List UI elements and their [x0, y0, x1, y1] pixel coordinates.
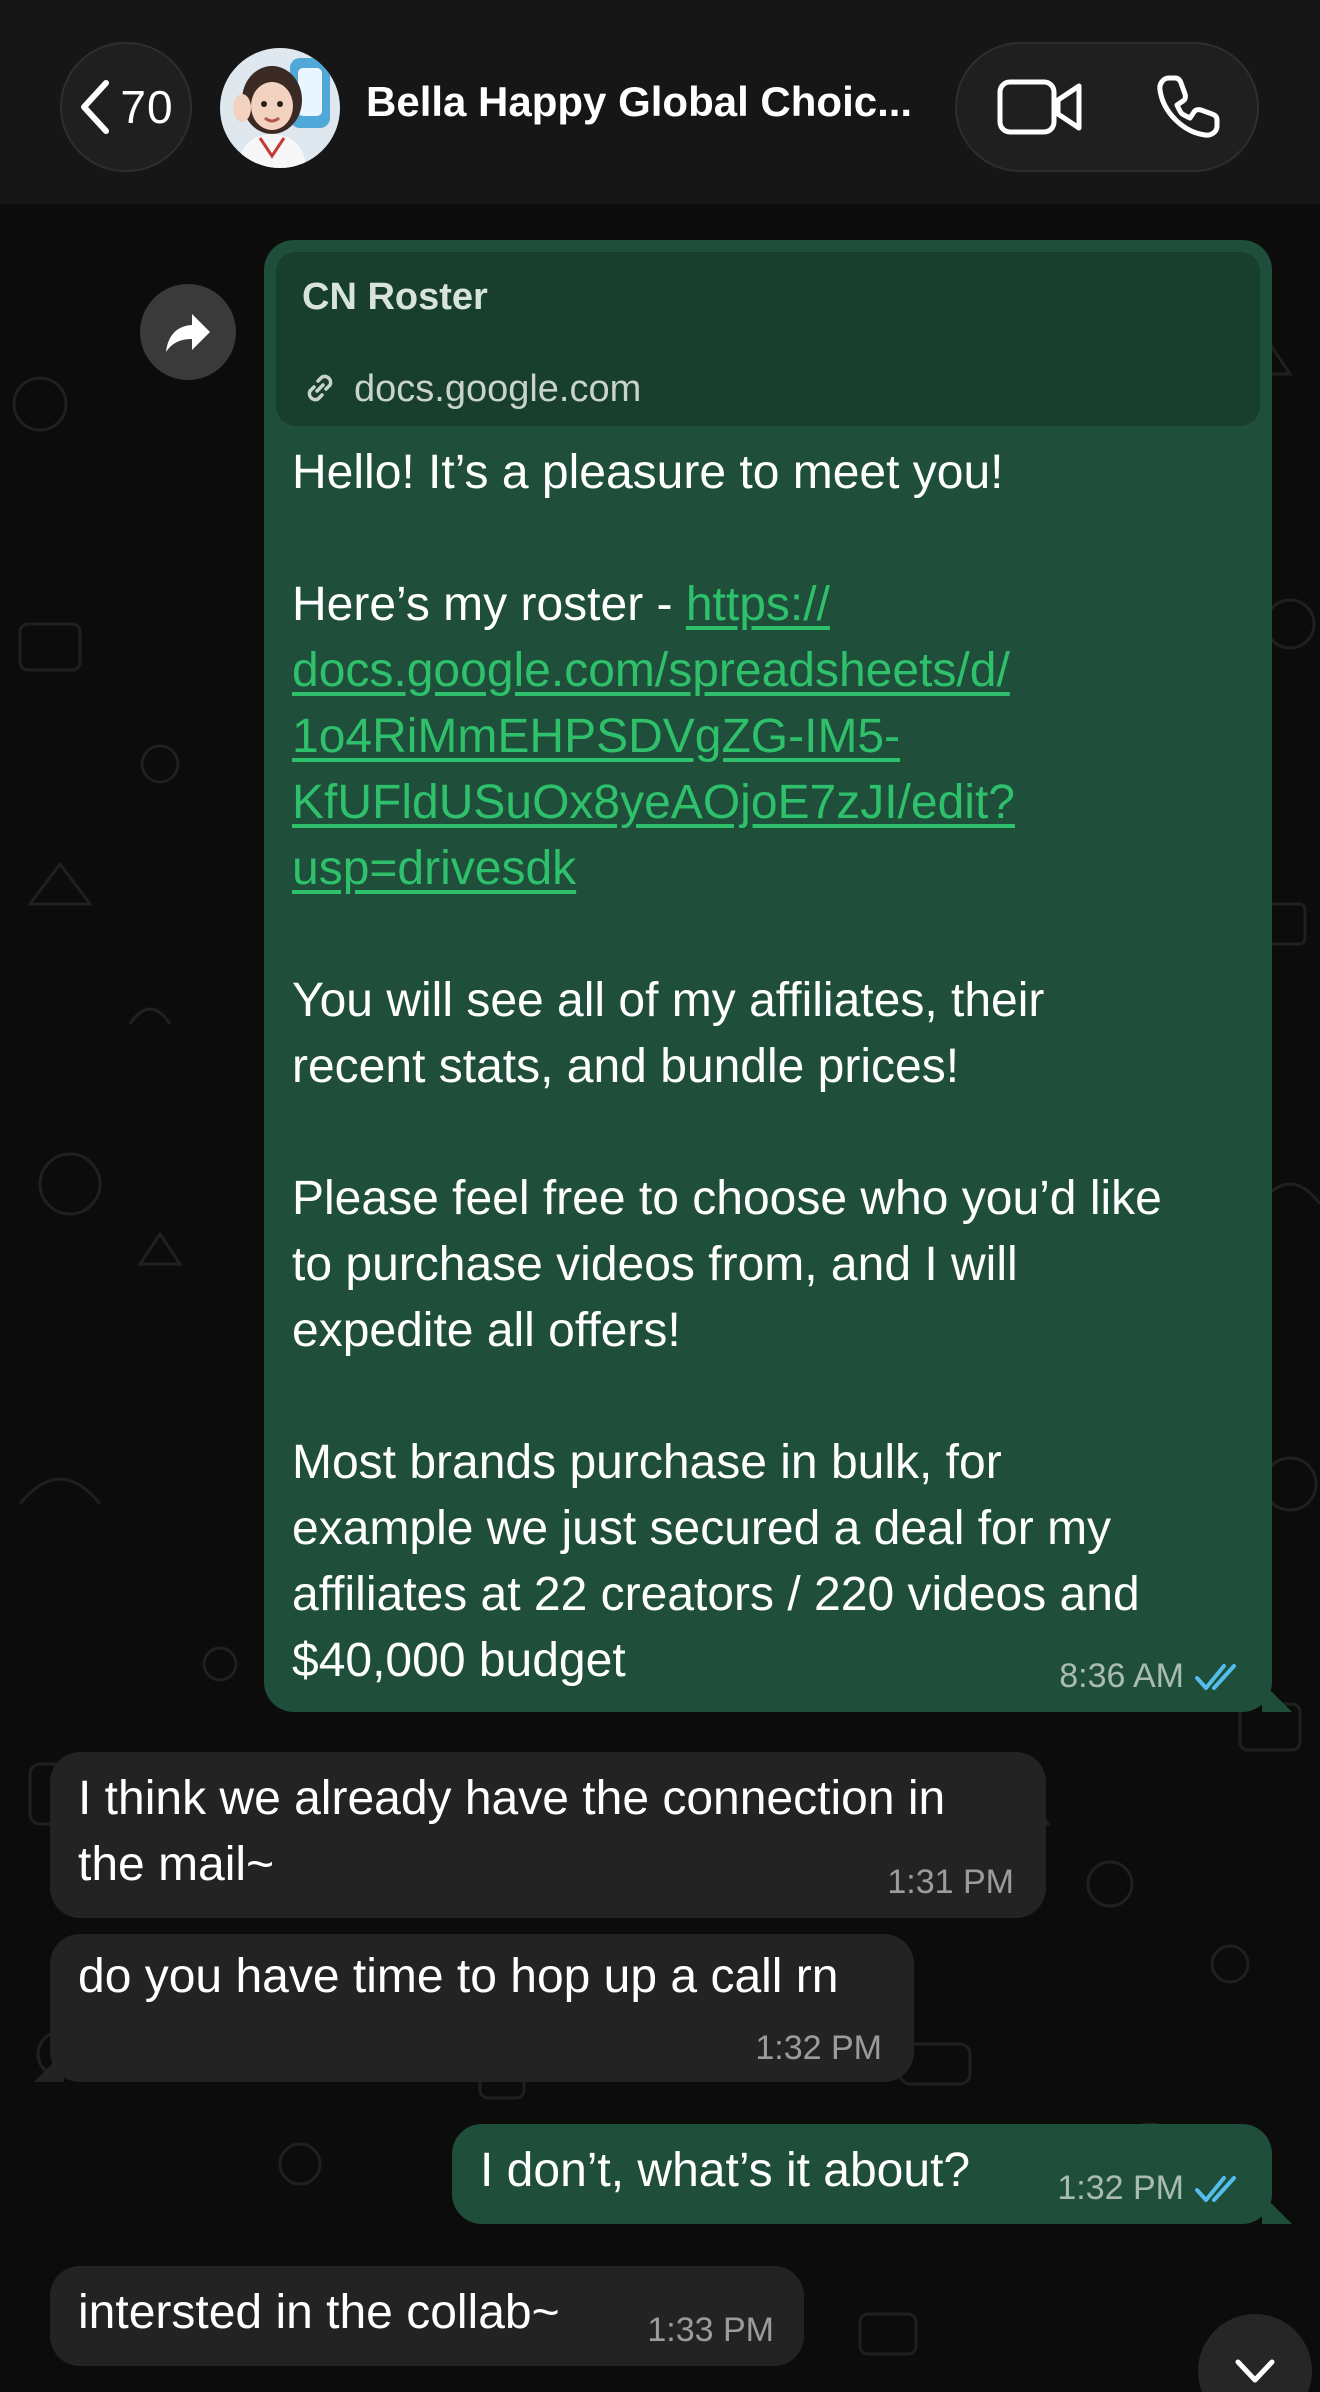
message-text: do you have time to hop up a call rn	[78, 1950, 839, 2003]
bubble-tail	[1262, 1682, 1292, 1712]
chat-title[interactable]: Bella Happy Global Choic...	[366, 78, 926, 126]
link-line: KfUFldUSuOx8yeAOjoE7zJI/edit?	[292, 776, 1015, 829]
message-timestamp: 1:32 PM	[755, 2029, 882, 2068]
message-text: I think we already have the connection i…	[78, 1772, 946, 1891]
message-timestamp: 1:32 PM	[1057, 2169, 1244, 2208]
avatar[interactable]	[220, 48, 340, 168]
outgoing-message-bubble[interactable]: CN Roster docs.google.com Hello! It’s a …	[264, 240, 1272, 1712]
time-text: 1:33 PM	[647, 2311, 774, 2349]
link-preview-title: CN Roster	[302, 276, 488, 318]
incoming-message-bubble[interactable]: intersted in the collab~ 1:33 PM	[50, 2266, 804, 2366]
message-timestamp: 1:31 PM	[887, 1863, 1014, 1902]
link-line: usp=drivesdk	[292, 842, 577, 895]
chevron-left-icon	[81, 80, 110, 134]
link-icon	[307, 374, 333, 402]
double-check-read-icon	[1195, 2175, 1236, 2202]
call-actions	[955, 42, 1259, 172]
video-camera-icon[interactable]	[997, 74, 1083, 140]
bubble-tail	[1262, 2194, 1292, 2224]
message-timestamp: 8:36 AM	[1059, 1657, 1244, 1696]
message-list[interactable]: CN Roster docs.google.com Hello! It’s a …	[0, 204, 1320, 2392]
message-body: Hello! It’s a pleasure to meet you! Here…	[292, 440, 1252, 1694]
time-text: 1:31 PM	[887, 1863, 1014, 1901]
link-line: docs.google.com/spreadsheets/d/	[292, 644, 1010, 697]
time-text: 8:36 AM	[1059, 1657, 1184, 1695]
link-line: https://	[685, 578, 830, 631]
phone-icon[interactable]	[1153, 72, 1223, 142]
time-text: 1:32 PM	[1057, 2169, 1184, 2207]
contact-avatar-image	[220, 48, 340, 168]
message-intro-text: Hello! It’s a pleasure to meet you! Here…	[292, 446, 1004, 631]
incoming-message-bubble[interactable]: do you have time to hop up a call rn 1:3…	[50, 1934, 914, 2082]
message-body-text: You will see all of my affiliates, their…	[292, 974, 1162, 1687]
back-button[interactable]: 70	[60, 42, 192, 172]
message-text: intersted in the collab~	[78, 2286, 560, 2339]
outgoing-message-bubble[interactable]: I don’t, what’s it about? 1:32 PM	[452, 2124, 1272, 2224]
forward-arrow-icon	[166, 314, 210, 352]
unread-count: 70	[120, 81, 174, 133]
incoming-message-bubble[interactable]: I think we already have the connection i…	[50, 1752, 1046, 1918]
link-preview-card[interactable]: CN Roster docs.google.com	[276, 252, 1260, 426]
chevron-down-icon	[1235, 2359, 1275, 2383]
link-preview-domain: docs.google.com	[354, 368, 642, 410]
double-check-read-icon	[1195, 1663, 1236, 1690]
bubble-tail	[34, 2052, 64, 2082]
forward-button[interactable]	[140, 284, 236, 380]
message-text: Hello! It’s a pleasure to meet you! Here…	[292, 440, 1252, 902]
message-timestamp: 1:33 PM	[647, 2311, 774, 2350]
time-text: 1:32 PM	[755, 2029, 882, 2067]
message-text: I don’t, what’s it about?	[480, 2144, 971, 2197]
link-line: 1o4RiMmEHPSDVgZG-IM5-	[292, 710, 901, 763]
chat-header: 70 Bella Happy Global Choic...	[0, 0, 1320, 204]
